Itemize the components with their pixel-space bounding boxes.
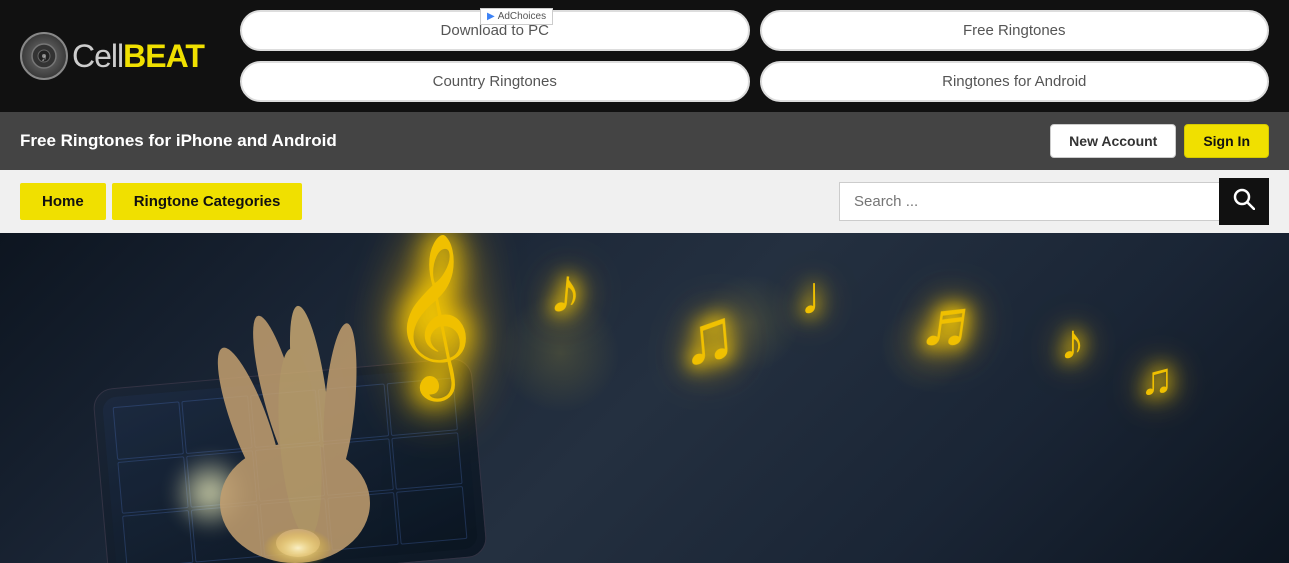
search-input[interactable] xyxy=(839,182,1219,221)
adchoices-banner[interactable]: ▶ AdChoices xyxy=(480,8,553,25)
search-icon xyxy=(1233,188,1255,215)
music-note-5: ♪ xyxy=(1060,313,1085,371)
hand-area xyxy=(0,233,700,563)
hero-banner: 𝄞 ♪ ♫ ♩ ♬ ♪ ♫ xyxy=(0,233,1289,563)
nav-left: Home Ringtone Categories xyxy=(20,183,302,220)
ringtone-categories-tab[interactable]: Ringtone Categories xyxy=(112,183,303,220)
top-bar: ♪ CellBEAT Download to PC Free Ringtones… xyxy=(0,0,1289,112)
music-note-1: ♪ xyxy=(547,252,586,330)
search-area xyxy=(839,178,1269,225)
nav-bar: Home Ringtone Categories xyxy=(0,170,1289,233)
music-note-2: ♫ xyxy=(676,291,740,382)
hand-svg xyxy=(50,243,550,563)
new-account-button[interactable]: New Account xyxy=(1050,124,1176,158)
ringtones-android-button[interactable]: Ringtones for Android xyxy=(760,61,1270,102)
country-ringtones-button[interactable]: Country Ringtones xyxy=(240,61,750,102)
adchoices-icon: ▶ xyxy=(487,11,495,22)
music-note-6: ♫ xyxy=(1140,353,1174,405)
music-note-3: ♩ xyxy=(800,263,855,327)
search-button[interactable] xyxy=(1219,178,1269,225)
site-tagline: Free Ringtones for iPhone and Android xyxy=(20,131,337,151)
header-bar: Free Ringtones for iPhone and Android Ne… xyxy=(0,112,1289,170)
auth-buttons: New Account Sign In xyxy=(1050,124,1269,158)
sign-in-button[interactable]: Sign In xyxy=(1184,124,1269,158)
treble-clef-icon: 𝄞 xyxy=(390,243,473,383)
home-tab[interactable]: Home xyxy=(20,183,106,220)
adchoices-label: AdChoices xyxy=(498,11,546,22)
logo[interactable]: ♪ CellBEAT xyxy=(20,32,220,80)
music-note-4: ♬ xyxy=(915,279,995,368)
logo-text: CellBEAT xyxy=(72,38,204,75)
top-nav-buttons: Download to PC Free Ringtones Country Ri… xyxy=(240,10,1269,102)
svg-text:♪: ♪ xyxy=(41,52,47,64)
free-ringtones-button[interactable]: Free Ringtones xyxy=(760,10,1270,51)
logo-icon: ♪ xyxy=(20,32,68,80)
